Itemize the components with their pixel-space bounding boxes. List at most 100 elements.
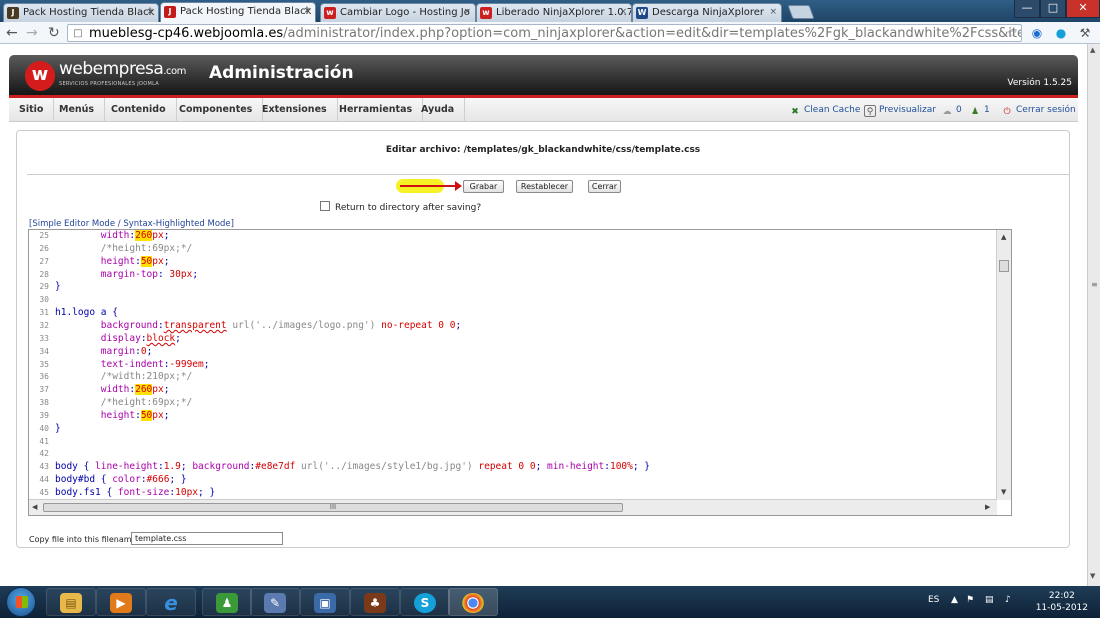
line-code: } bbox=[55, 281, 61, 293]
code-line[interactable]: 29} bbox=[29, 281, 997, 294]
extension-icon[interactable]: ◉ bbox=[1030, 26, 1044, 40]
page-scroll-up-icon[interactable]: ▲ bbox=[1090, 46, 1095, 54]
line-code: height:50px; bbox=[100, 255, 170, 267]
code-line[interactable]: 39 height:50px; bbox=[29, 409, 997, 423]
language-indicator[interactable]: ES bbox=[928, 595, 939, 605]
code-line[interactable]: 30 bbox=[29, 294, 997, 307]
code-line[interactable]: 38 /*height:69px;*/ bbox=[29, 397, 997, 410]
action-center-icon[interactable]: ⚑ bbox=[966, 595, 974, 605]
copy-filename-input[interactable]: template.css bbox=[131, 532, 283, 545]
close-window-button[interactable]: ✕ bbox=[1066, 0, 1100, 18]
forward-icon[interactable]: → bbox=[26, 24, 38, 42]
page-icon: □ bbox=[73, 28, 83, 39]
code-line[interactable]: 27 height:50px; bbox=[29, 255, 997, 269]
close-button[interactable]: Cerrar bbox=[588, 180, 621, 193]
editor-scroll-thumb[interactable] bbox=[999, 260, 1009, 272]
line-number: 42 bbox=[39, 449, 49, 459]
tab-close-icon[interactable]: × bbox=[619, 4, 627, 21]
menu-item[interactable]: Menús bbox=[49, 98, 106, 122]
code-line[interactable]: 37 width:260px; bbox=[29, 384, 997, 397]
code-line[interactable]: 35 text-indent:-999em; bbox=[29, 359, 997, 372]
browser-tab[interactable]: J Pack Hosting Tienda Black × bbox=[160, 2, 316, 22]
network-icon[interactable]: ▤ bbox=[985, 595, 994, 605]
code-line[interactable]: 43 body { line-height:1.9; background:#e8… bbox=[29, 461, 997, 474]
maximize-button[interactable]: □ bbox=[1040, 0, 1066, 18]
new-tab-button[interactable] bbox=[787, 5, 815, 19]
code-line[interactable]: 40} bbox=[29, 423, 997, 436]
minimize-button[interactable]: — bbox=[1014, 0, 1040, 18]
code-line[interactable]: 34 margin:0; bbox=[29, 346, 997, 359]
preview-link[interactable]: ⚲ Previsualizar bbox=[864, 98, 936, 122]
tab-close-icon[interactable]: × bbox=[303, 3, 311, 20]
taskbar-skype[interactable]: S bbox=[400, 588, 450, 616]
horizontal-scroll-thumb[interactable]: III bbox=[43, 503, 623, 512]
taskbar-explorer[interactable]: ▤ bbox=[46, 588, 96, 616]
address-bar[interactable]: □ mueblesg-cp46.webjoomla.es/administrat… bbox=[67, 24, 1022, 42]
tab-close-icon[interactable]: × bbox=[769, 4, 777, 21]
tab-close-icon[interactable]: × bbox=[146, 4, 154, 21]
clean-cache-link[interactable]: ✖ Clean Cache bbox=[789, 98, 860, 122]
code-line[interactable]: 33 display:block; bbox=[29, 333, 997, 346]
browser-tab[interactable]: W Descarga NinjaXplorer × bbox=[632, 3, 782, 22]
code-editor[interactable]: 25 width:260px; 26 /*height:69px;*/27 hei… bbox=[28, 229, 1012, 516]
taskbar-media[interactable]: ▶ bbox=[96, 588, 146, 616]
taskbar-game[interactable]: ♣ bbox=[350, 588, 400, 616]
code-line[interactable]: 45 body.fs1 { font-size:10px; } bbox=[29, 487, 997, 499]
code-line[interactable]: 36 /*width:210px;*/ bbox=[29, 371, 997, 384]
code-line[interactable]: 41 bbox=[29, 436, 997, 449]
users-link[interactable]: ♟ 1 bbox=[969, 98, 990, 122]
code-line[interactable]: 44 body#bd { color:#666; } bbox=[29, 474, 997, 487]
volume-icon[interactable]: ♪ bbox=[1005, 595, 1011, 605]
menu-item[interactable]: Contenido bbox=[101, 98, 177, 122]
menu-item[interactable]: Componentes bbox=[169, 98, 264, 122]
messages-link[interactable]: ☁ 0 bbox=[941, 98, 962, 122]
menu-item[interactable]: Ayuda bbox=[411, 98, 466, 122]
scroll-right-icon[interactable]: ▶ bbox=[985, 501, 990, 513]
browser-tab[interactable]: J Pack Hosting Tienda Black × bbox=[3, 3, 159, 22]
editor-horizontal-scrollbar[interactable]: ◀ III ▶ bbox=[29, 499, 997, 515]
ie-icon: e bbox=[164, 591, 178, 615]
code-line[interactable]: 42 bbox=[29, 448, 997, 461]
url-domain: mueblesg-cp46.webjoomla.es bbox=[89, 26, 284, 41]
page-vertical-scrollbar[interactable]: ▲ ≡ ▼ bbox=[1087, 44, 1100, 586]
tray-expand-icon[interactable]: ▲ bbox=[951, 595, 958, 605]
line-code: h1.logo a { bbox=[55, 307, 118, 319]
scroll-left-icon[interactable]: ◀ bbox=[32, 501, 37, 513]
code-line[interactable]: 26 /*height:69px;*/ bbox=[29, 243, 997, 256]
wrench-icon[interactable]: ⚒ bbox=[1078, 26, 1092, 40]
page-scroll-down-icon[interactable]: ▼ bbox=[1090, 572, 1095, 580]
page-scroll-grip-icon[interactable]: ≡ bbox=[1091, 280, 1098, 289]
notes-icon: ✎ bbox=[264, 593, 286, 613]
menu-item[interactable]: Sitio bbox=[9, 98, 55, 122]
editor-mode-link[interactable]: [Simple Editor Mode / Syntax-Highlighted… bbox=[29, 219, 234, 229]
taskbar-ie[interactable]: e bbox=[146, 588, 196, 616]
system-clock[interactable]: 22:02 11-05-2012 bbox=[1036, 590, 1088, 614]
code-line[interactable]: 31 h1.logo a { bbox=[29, 307, 997, 320]
scroll-up-icon[interactable]: ▲ bbox=[1001, 231, 1006, 243]
taskbar-screen[interactable]: ▣ bbox=[300, 588, 350, 616]
reload-icon[interactable]: ↻ bbox=[48, 24, 60, 42]
back-icon[interactable]: ← bbox=[6, 24, 18, 42]
browser-tab[interactable]: w Cambiar Logo - Hosting Jo × bbox=[320, 3, 476, 22]
return-directory-checkbox[interactable] bbox=[320, 201, 330, 211]
code-line[interactable]: 28 margin-top: 30px; bbox=[29, 269, 997, 282]
menu-item[interactable]: Herramientas bbox=[329, 98, 424, 122]
taskbar-chrome[interactable] bbox=[448, 588, 498, 616]
screen-icon: ▣ bbox=[314, 593, 336, 613]
scroll-down-icon[interactable]: ▼ bbox=[1001, 486, 1006, 498]
logout-link[interactable]: ⏻ Cerrar sesión bbox=[1001, 98, 1075, 122]
skype-extension-icon[interactable]: ● bbox=[1054, 26, 1068, 40]
menu-item[interactable]: Extensiones bbox=[252, 98, 338, 122]
code-line[interactable]: 32 background:transparent url('../images… bbox=[29, 320, 997, 333]
editor-vertical-scrollbar[interactable]: ▲ ▼ bbox=[996, 230, 1011, 500]
star-icon[interactable]: ☆ bbox=[1005, 26, 1019, 40]
start-button[interactable] bbox=[6, 587, 36, 617]
code-line[interactable]: 25 width:260px; bbox=[29, 230, 997, 243]
webempresa-logo-icon: w bbox=[25, 61, 55, 91]
tab-close-icon[interactable]: × bbox=[463, 4, 471, 21]
save-button[interactable]: Grabar bbox=[463, 180, 504, 193]
taskbar-messenger[interactable]: ♟ bbox=[202, 588, 252, 616]
reset-button[interactable]: Restablecer bbox=[516, 180, 573, 193]
taskbar-notes[interactable]: ✎ bbox=[250, 588, 300, 616]
browser-tab[interactable]: w Liberado NinjaXplorer 1.0.7 × bbox=[476, 3, 632, 22]
